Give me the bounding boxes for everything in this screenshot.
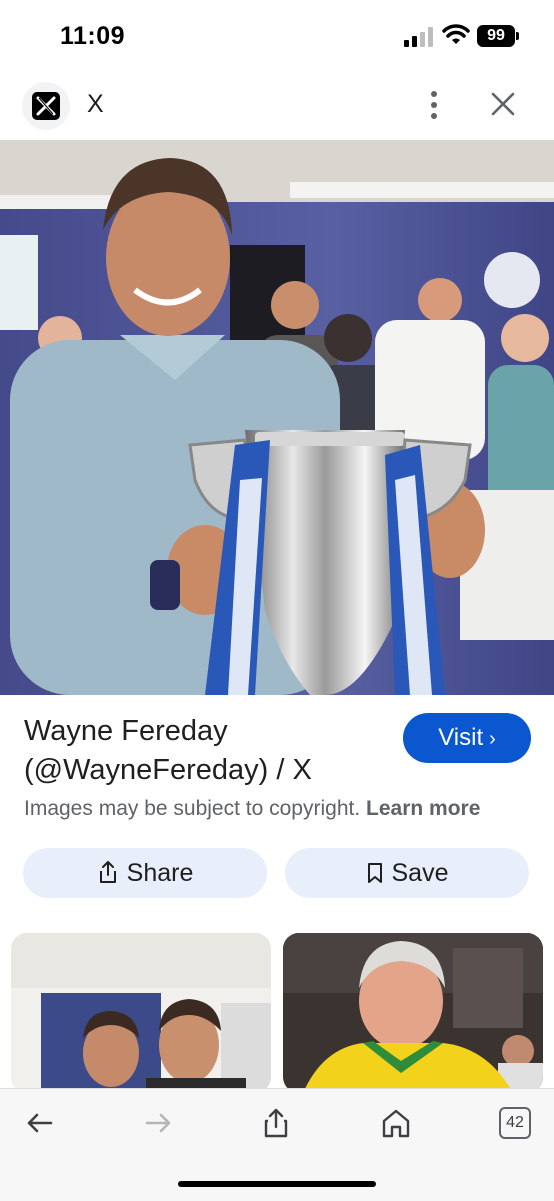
bookmark-icon [367,863,382,883]
related-image-1[interactable] [11,933,271,1093]
forward-icon[interactable] [142,1107,174,1139]
x-logo-icon [32,92,60,120]
share-label: Share [126,859,194,887]
copyright-text: Images may be subject to copyright. [24,797,361,820]
share-icon [99,861,116,883]
home-icon[interactable] [380,1107,412,1139]
related-photo-two-men [11,933,271,1093]
save-label: Save [391,859,449,887]
share-button[interactable]: Share [23,848,267,898]
wifi-icon [442,24,470,44]
cellular-signal-icon [404,27,433,47]
status-time: 11:09 [60,22,126,50]
chevron-right-icon: › [489,728,496,750]
result-title-line1: Wayne Fereday [24,715,228,747]
related-photo-man-yellow-shirt [283,933,543,1093]
visit-button[interactable]: Visit › [403,713,531,763]
photo-man-holding-trophy [0,140,554,695]
home-indicator[interactable] [178,1181,376,1187]
copyright-notice: Images may be subject to copyright. Lear… [24,797,480,821]
result-title[interactable]: Wayne Fereday (@WayneFereday) / X [24,712,384,790]
site-favicon[interactable] [22,82,70,130]
main-image[interactable] [0,140,554,695]
learn-more-link[interactable]: Learn more [366,797,480,820]
tabs-count-button[interactable]: 42 [499,1107,531,1139]
result-title-line2: (@WayneFereday) / X [24,754,312,786]
battery-icon: 99 [477,25,519,47]
status-bar: 11:09 99 [0,0,554,70]
visit-label: Visit [438,724,484,751]
related-image-2[interactable] [283,933,543,1093]
save-button[interactable]: Save [285,848,529,898]
viewer-header: X [0,72,554,138]
more-vert-icon[interactable] [420,88,448,122]
back-icon[interactable] [24,1107,56,1139]
share-tb-icon[interactable] [260,1107,292,1139]
close-icon[interactable] [488,89,518,119]
site-name[interactable]: X [87,90,104,119]
